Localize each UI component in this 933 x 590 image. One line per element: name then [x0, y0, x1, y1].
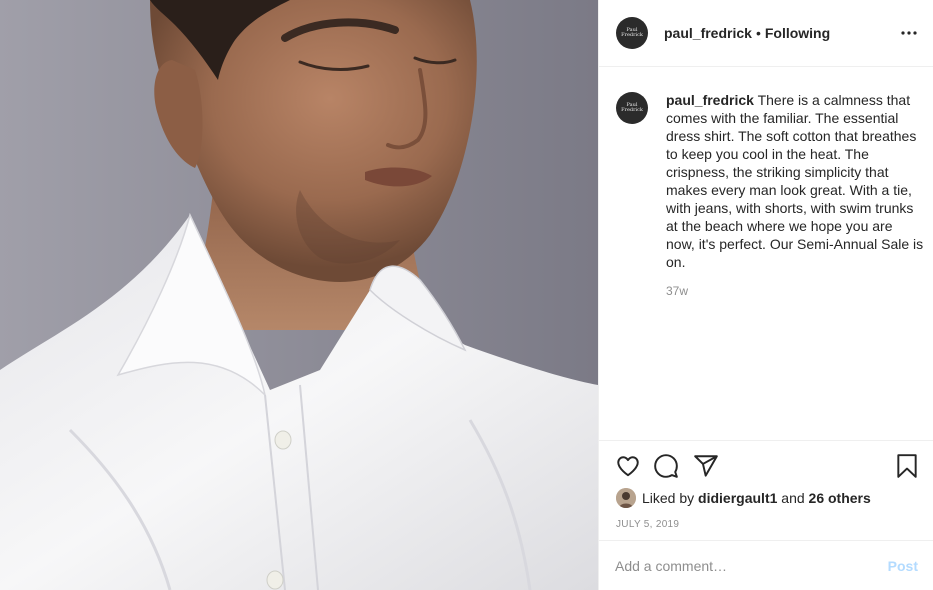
post-photo-illustration — [0, 0, 598, 590]
caption-text-block: paul_fredrick There is a calmness that c… — [666, 91, 924, 271]
post-photo[interactable] — [0, 0, 598, 590]
comment-icon[interactable] — [653, 453, 679, 479]
liker-avatar-image — [616, 488, 636, 508]
caption-username-link[interactable]: paul_fredrick — [666, 92, 754, 108]
caption-text: There is a calmness that comes with the … — [666, 92, 924, 270]
action-icon-row — [615, 453, 920, 481]
post-date[interactable]: JULY 5, 2019 — [616, 519, 679, 530]
share-icon[interactable] — [693, 453, 719, 479]
liker-username-link[interactable]: didiergault1 — [698, 490, 777, 506]
likes-summary: Liked by didiergault1 and 26 others — [616, 488, 871, 508]
liker-avatar[interactable] — [616, 488, 636, 508]
header-username-link[interactable]: paul_fredrick — [664, 25, 752, 41]
comment-input[interactable] — [615, 557, 888, 574]
header-separator: • — [755, 25, 761, 41]
avatar-logo-line-2: Fredrick — [621, 32, 643, 38]
heart-icon[interactable] — [615, 453, 641, 479]
account-avatar[interactable]: Paul Fredrick — [616, 17, 648, 49]
caption-avatar[interactable]: Paul Fredrick — [616, 92, 648, 124]
more-options-icon[interactable] — [900, 24, 918, 42]
comment-bar: Post — [599, 540, 933, 590]
caption-avatar-logo-line-2: Fredrick — [621, 107, 643, 113]
following-button[interactable]: Following — [765, 25, 830, 41]
post-comment-button[interactable]: Post — [888, 558, 918, 574]
likes-conjunction: and — [781, 490, 805, 506]
liked-by-prefix: Liked by — [642, 490, 695, 506]
post-actions-section: Liked by didiergault1 and 26 others JULY… — [599, 440, 933, 540]
post-caption: Paul Fredrick paul_fredrick There is a c… — [616, 91, 926, 298]
bookmark-icon[interactable] — [894, 453, 920, 479]
likes-others-link[interactable]: 26 others — [809, 490, 871, 506]
caption-time-ago[interactable]: 37w — [666, 284, 924, 298]
post-header: Paul Fredrick paul_fredrick • Following — [599, 0, 933, 67]
post-side-panel: Paul Fredrick paul_fredrick • Following … — [598, 0, 933, 590]
caption-body: paul_fredrick There is a calmness that c… — [666, 91, 924, 298]
